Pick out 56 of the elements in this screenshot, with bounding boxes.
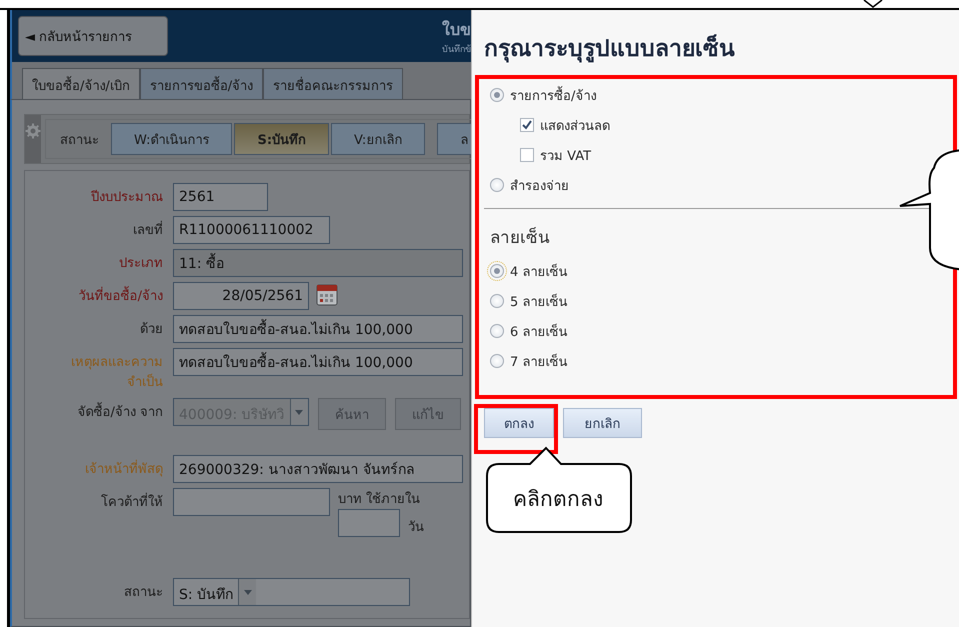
option-label[interactable]: 4 ลายเซ็น [510,260,568,282]
input-field[interactable]: R11000061110002 [173,216,330,244]
caret-icon [244,590,252,594]
field-label: เหตุผลและความจำเป็น [70,354,163,392]
radio-button[interactable] [490,294,504,308]
checkbox[interactable] [520,148,534,162]
tab[interactable]: รายชื่อคณะกรรมการ [263,68,404,100]
back-button[interactable]: ◄ กลับหน้ารายการ [18,16,168,56]
dropdown[interactable]: S: บันทึก [173,578,410,606]
field-label: โควต้าที่ให้ [101,493,163,513]
unit-label: บาท ใช้ภายใน [338,490,422,509]
dialog-title: กรุณาระบุรูปแบบลายเซ็น [484,33,736,64]
calendar-icon [316,284,338,306]
ok-button[interactable]: ตกลง [484,408,554,438]
option-label[interactable]: 5 ลายเซ็น [510,290,568,312]
input-field[interactable] [173,488,330,516]
field-label: ปีงบประมาณ [91,188,163,207]
option-label[interactable]: รวม VAT [540,144,592,166]
field-label: ด้วย [140,321,163,339]
date-field[interactable]: 28/05/2561 [173,282,309,310]
input-field[interactable]: ทดสอบใบขอซื้อ-สนอ.ไม่เกิน 100,000 [173,348,463,376]
tab[interactable]: ใบขอซื้อ/จ้าง/เบิก [22,68,140,100]
status-button[interactable]: V:ยกเลิก [331,123,426,155]
option-label[interactable]: สำรองจ่าย [510,174,569,196]
input-field[interactable]: 2561 [173,183,268,211]
option-label[interactable]: รายการซื้อ/จ้าง [510,84,596,106]
field-label: วันที่ขอซื้อ/จ้าง [78,287,163,307]
caret-icon [295,410,304,414]
status-label: สถานะ [60,132,99,150]
callout-text: คลิกตกลง [513,486,603,513]
input-field[interactable]: 269000329: นางสาวพัฒนา จันทร์กล [173,455,463,483]
input-field[interactable] [338,509,400,537]
field-label: จัดซื้อ/จ้าง จาก [77,403,163,423]
field-label: เจ้าหน้าที่พัสดุ [85,460,163,480]
input-field[interactable]: ทดสอบใบขอซื้อ-สนอ.ไม่เกิน 100,000 [173,315,463,343]
option-label[interactable]: 7 ลายเซ็น [510,350,568,372]
cancel-button[interactable]: ยกเลิก [563,408,642,438]
tab[interactable]: รายการขอซื้อ/จ้าง [140,68,264,100]
option-label[interactable]: แสดงส่วนลด [540,114,610,136]
field-label: เลขที่ [133,221,163,241]
status-button[interactable]: S:บันทึก [234,123,330,155]
radio-button[interactable] [490,354,504,368]
radio-button[interactable] [490,264,504,278]
checkbox[interactable] [520,118,534,132]
radio-button[interactable] [490,178,504,192]
option-label[interactable]: 6 ลายเซ็น [510,320,568,342]
unit-label: วัน [408,519,424,537]
field-label: ประเภท [119,255,163,273]
status-button[interactable]: ล [437,123,471,155]
section-heading: ลายเซ็น [490,226,551,250]
radio-button[interactable] [490,324,504,338]
status-button[interactable]: W:ดำเนินการ [111,123,232,155]
page-title: ใบข [442,18,471,40]
field-label: สถานะ [124,584,163,602]
page-subtitle: บันทึกข้ [442,44,471,56]
radio-button[interactable] [490,88,504,102]
